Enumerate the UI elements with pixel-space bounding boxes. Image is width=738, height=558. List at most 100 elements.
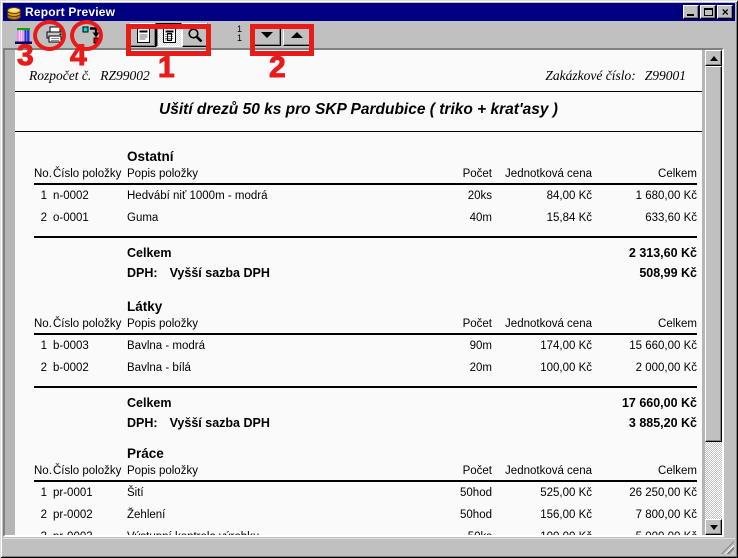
arrow-down-icon <box>261 32 273 38</box>
column-header-desc: Popis položky <box>127 168 412 180</box>
cell-qty: 20ks <box>412 185 492 207</box>
cell-desc: Šití <box>127 482 412 504</box>
cell-no: 3 <box>34 526 53 535</box>
cell-no: 2 <box>34 357 53 379</box>
section-total-row: Celkem2 313,60 Kč <box>34 244 697 262</box>
status-bar <box>3 538 735 555</box>
column-header-unit: Jednotková cena <box>492 168 592 180</box>
report-section: OstatníNo.Číslo položkyPopis položkyPoče… <box>34 149 697 282</box>
column-header-no: No. <box>34 465 53 477</box>
page-indicator: 1 1 <box>237 25 242 43</box>
whole-page-view-button[interactable] <box>130 23 156 47</box>
cell-total: 26 250,00 Kč <box>592 482 697 504</box>
cell-qty: 40m <box>412 207 492 229</box>
section-title: Látky <box>127 299 697 314</box>
cell-code: pr-0001 <box>53 482 127 504</box>
cell-code: o-0001 <box>53 207 127 229</box>
cell-no: 1 <box>34 185 53 207</box>
toolbar: 1 1 <box>3 22 735 48</box>
vat-label: DPH: <box>127 264 158 282</box>
cell-desc: Hedvábí niť 1000m - modrá <box>127 185 412 207</box>
arrow-up-icon <box>291 32 303 38</box>
print-button[interactable] <box>43 24 67 46</box>
page-width-icon <box>163 28 176 43</box>
column-header-no: No. <box>34 318 53 330</box>
zoom-button[interactable] <box>182 23 208 47</box>
column-header-code: Číslo položky <box>53 168 127 180</box>
export-data-icon <box>82 26 100 44</box>
scroll-down-button[interactable] <box>705 519 722 535</box>
cell-desc: Výstupní kontrola výrobku <box>127 526 412 535</box>
cell-total: 1 680,00 Kč <box>592 185 697 207</box>
cell-unit: 156,00 Kč <box>492 504 592 526</box>
previous-page-button[interactable] <box>283 24 311 46</box>
maximize-icon <box>704 8 713 16</box>
column-header-row: No.Číslo položkyPopis položkyPočetJednot… <box>34 165 697 180</box>
cell-unit: 525,00 Kč <box>492 482 592 504</box>
table-row: 2o-0001Guma40m15,84 Kč633,60 Kč <box>34 207 697 229</box>
scrollbar-thumb[interactable] <box>705 66 722 442</box>
scroll-up-button[interactable] <box>705 50 722 66</box>
export-button[interactable] <box>79 24 103 46</box>
cell-no: 2 <box>34 504 53 526</box>
report-page: Rozpočet č.RZ99002 Zakázkové číslo:Z9900… <box>15 50 702 535</box>
cell-qty: 50ks <box>412 526 492 535</box>
scroll-up-icon <box>710 56 718 61</box>
cell-code: n-0002 <box>53 185 127 207</box>
close-button[interactable]: × <box>717 5 733 19</box>
budget-number: Rozpočet č.RZ99002 <box>29 68 150 84</box>
section-vat-row: DPH:Vyšší sazba DPH3 885,20 Kč <box>34 414 697 432</box>
vat-name: Vyšší sazba DPH <box>170 264 270 282</box>
cell-no: 2 <box>34 207 53 229</box>
cell-no: 1 <box>34 482 53 504</box>
order-number-value: Z99001 <box>645 68 686 83</box>
total-rule <box>34 236 697 238</box>
total-amount: 2 313,60 Kč <box>171 244 697 262</box>
whole-page-icon <box>137 28 150 43</box>
cell-unit: 100,00 Kč <box>492 357 592 379</box>
table-row: 1pr-0001Šití50hod525,00 Kč26 250,00 Kč <box>34 482 697 504</box>
table-row: 1n-0002Hedvábí niť 1000m - modrá20ks84,0… <box>34 185 697 207</box>
cell-code: pr-0002 <box>53 504 127 526</box>
column-header-total: Celkem <box>592 465 697 477</box>
column-header-row: No.Číslo položkyPopis položkyPočetJednot… <box>34 462 697 477</box>
column-header-total: Celkem <box>592 168 697 180</box>
column-header-row: No.Číslo položkyPopis položkyPočetJednot… <box>34 315 697 330</box>
vat-amount: 3 885,20 Kč <box>270 414 697 432</box>
vat-label: DPH: <box>127 414 158 432</box>
resize-grip[interactable] <box>721 541 734 554</box>
cell-total: 15 660,00 Kč <box>592 335 697 357</box>
magnifier-icon <box>187 27 204 44</box>
cell-unit: 174,00 Kč <box>492 335 592 357</box>
divider <box>15 131 702 132</box>
section-vat-row: DPH: Vyšší sazba DPH508,99 Kč <box>34 264 697 282</box>
report-title: Ušití drezů 50 ks pro SKP Pardubice ( tr… <box>15 101 702 119</box>
order-number: Zakázkové číslo:Z99001 <box>545 68 686 84</box>
section-title: Ostatní <box>127 149 697 164</box>
page-total: 1 <box>237 34 242 43</box>
next-page-button[interactable] <box>253 24 281 46</box>
cell-no: 1 <box>34 335 53 357</box>
column-header-code: Číslo položky <box>53 465 127 477</box>
section-title: Práce <box>127 446 697 461</box>
vertical-scrollbar[interactable] <box>705 50 722 535</box>
divider <box>15 91 702 92</box>
maximize-button[interactable] <box>700 5 716 19</box>
cell-unit: 100,00 Kč <box>492 526 592 535</box>
cell-unit: 15,84 Kč <box>492 207 592 229</box>
cell-desc: Bavlna - modrá <box>127 335 412 357</box>
report-section: PráceNo.Číslo položkyPopis položkyPočetJ… <box>34 446 697 535</box>
cell-code: b-0003 <box>53 335 127 357</box>
page-width-view-button[interactable] <box>156 23 182 47</box>
vat-amount: 508,99 Kč <box>270 264 697 282</box>
exit-preview-button[interactable] <box>12 24 36 46</box>
minimize-button[interactable] <box>683 5 699 19</box>
table-row: 2pr-0002Žehlení50hod156,00 Kč7 800,00 Kč <box>34 504 697 526</box>
column-header-qty: Počet <box>412 168 492 180</box>
total-amount: 17 660,00 Kč <box>171 394 697 412</box>
window-title: Report Preview <box>25 5 682 19</box>
titlebar[interactable]: Report Preview × <box>3 3 735 21</box>
cell-total: 7 800,00 Kč <box>592 504 697 526</box>
cell-total: 5 000,00 Kč <box>592 526 697 535</box>
section-total-row: Celkem17 660,00 Kč <box>34 394 697 412</box>
